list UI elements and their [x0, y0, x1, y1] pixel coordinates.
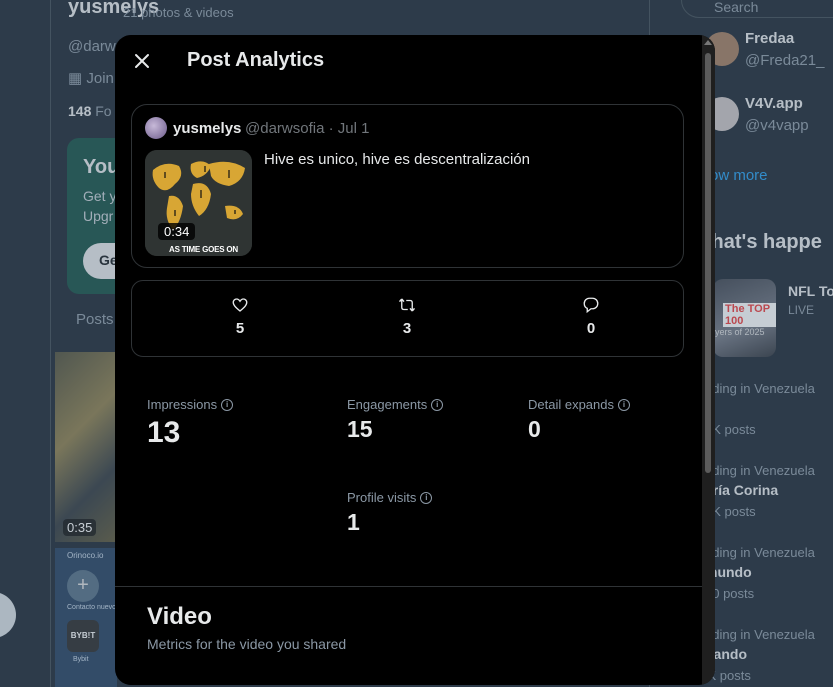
engagements-label: Engagements — [347, 397, 428, 412]
video-section-subtitle: Metrics for the video you shared — [147, 636, 347, 652]
profile-visits-label: Profile visits — [347, 490, 417, 505]
repost-icon — [398, 298, 416, 312]
close-button[interactable] — [127, 46, 157, 76]
divider — [115, 586, 702, 587]
world-map-image — [145, 150, 252, 256]
heart-icon — [232, 298, 248, 312]
profile-visits-value: 1 — [347, 509, 360, 535]
detail-expands-label: Detail expands — [528, 397, 614, 412]
impressions-label: Impressions — [147, 397, 218, 412]
profile-visits-metric: Profile visits i 1 — [347, 490, 433, 536]
modal-title: Post Analytics — [187, 49, 325, 71]
impressions-value: 13 — [147, 416, 181, 449]
detail-expands-value: 0 — [528, 416, 541, 442]
engagements-value: 15 — [347, 416, 373, 442]
video-caption: AS TIME GOES ON — [169, 245, 239, 254]
post-analytics-modal: Post Analytics yusmelys @darwsofia · Jul… — [115, 35, 715, 685]
engagements-metric: Engagements i 15 — [347, 397, 444, 443]
scroll-up-arrow-icon[interactable] — [704, 40, 712, 45]
engagement-card: 5 3 0 — [131, 280, 684, 357]
impressions-metric: Impressions i 13 — [147, 397, 234, 450]
reply-icon — [583, 297, 599, 314]
scrollbar-thumb[interactable] — [705, 53, 711, 473]
reposts-count: 3 — [402, 320, 412, 337]
video-thumbnail[interactable]: 0:34 AS TIME GOES ON — [145, 150, 252, 256]
avatar — [145, 117, 167, 139]
detail-expands-metric: Detail expands i 0 — [528, 397, 630, 443]
tweet-meta: @darwsofia · Jul 1 — [245, 120, 370, 137]
likes-count: 5 — [235, 320, 245, 337]
replies-count: 0 — [586, 320, 596, 337]
close-icon — [135, 54, 149, 68]
tweet-text: Hive es unico, hive es descentralización — [264, 151, 530, 168]
reposts-stat: 3 — [377, 296, 437, 337]
info-icon[interactable]: i — [420, 491, 433, 504]
info-icon[interactable]: i — [618, 398, 630, 411]
replies-stat: 0 — [561, 296, 621, 337]
info-icon[interactable]: i — [221, 398, 234, 411]
tweet-card[interactable]: yusmelys @darwsofia · Jul 1 0:34 AS TIME… — [131, 104, 684, 268]
video-duration: 0:34 — [158, 223, 196, 240]
likes-stat: 5 — [210, 296, 270, 337]
video-section-heading: Video — [147, 603, 212, 630]
info-icon[interactable]: i — [431, 398, 444, 411]
tweet-author: yusmelys — [173, 120, 242, 137]
